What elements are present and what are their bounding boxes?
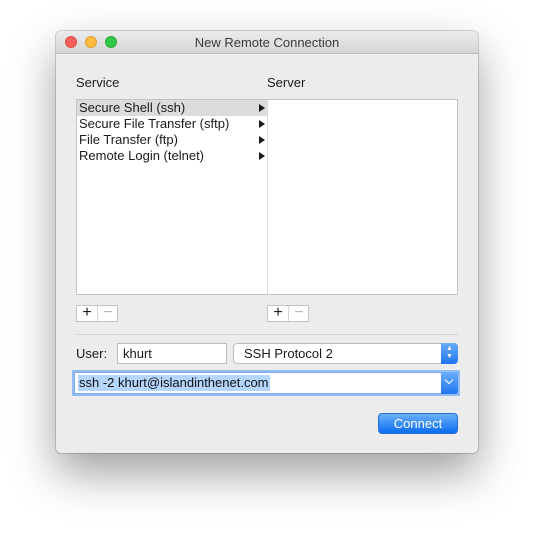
remove-service-button[interactable]: − [98,305,118,321]
disclosure-arrow-icon [259,152,265,160]
server-add-remove-group: + − [267,305,309,322]
service-item-ftp[interactable]: File Transfer (ftp) [77,132,267,148]
section-divider [76,334,458,335]
service-item-ssh[interactable]: Secure Shell (ssh) [77,100,267,116]
new-remote-connection-window: New Remote Connection Service Server Sec… [56,31,478,453]
disclosure-arrow-icon [259,136,265,144]
command-input[interactable]: ssh -2 khurt@islandinthenet.com [78,375,270,391]
service-add-remove-group: + − [76,305,118,322]
disclosure-arrow-icon [259,104,265,112]
window-title: New Remote Connection [194,35,340,50]
connection-browser: Secure Shell (ssh) Secure File Transfer … [76,99,458,295]
service-item-label: Remote Login (telnet) [79,148,205,163]
disclosure-arrow-icon [259,120,265,128]
add-server-button[interactable]: + [268,305,289,321]
add-service-button[interactable]: + [77,305,98,321]
service-item-sftp[interactable]: Secure File Transfer (sftp) [77,116,267,132]
user-input[interactable]: khurt [117,343,227,364]
service-list: Secure Shell (ssh) Secure File Transfer … [77,100,267,294]
service-column-label: Service [76,75,120,90]
server-column-label: Server [267,75,306,90]
select-stepper-icon: ▲ ▼ [441,343,458,364]
title-bar[interactable]: New Remote Connection [56,31,478,54]
server-list[interactable] [268,100,457,294]
service-item-label: Secure Shell (ssh) [79,100,186,115]
chevron-down-icon [444,375,454,385]
service-item-telnet[interactable]: Remote Login (telnet) [77,148,267,164]
user-label: User: [76,346,108,361]
service-item-label: Secure File Transfer (sftp) [79,116,230,131]
service-item-label: File Transfer (ftp) [79,132,178,147]
connect-button[interactable]: Connect [378,413,458,434]
protocol-value: SSH Protocol 2 [244,346,333,361]
protocol-select[interactable]: SSH Protocol 2 ▲ ▼ [233,343,458,364]
command-history-button[interactable] [441,372,458,394]
command-combobox[interactable]: ssh -2 khurt@islandinthenet.com [74,372,458,394]
remove-server-button[interactable]: − [289,305,309,321]
